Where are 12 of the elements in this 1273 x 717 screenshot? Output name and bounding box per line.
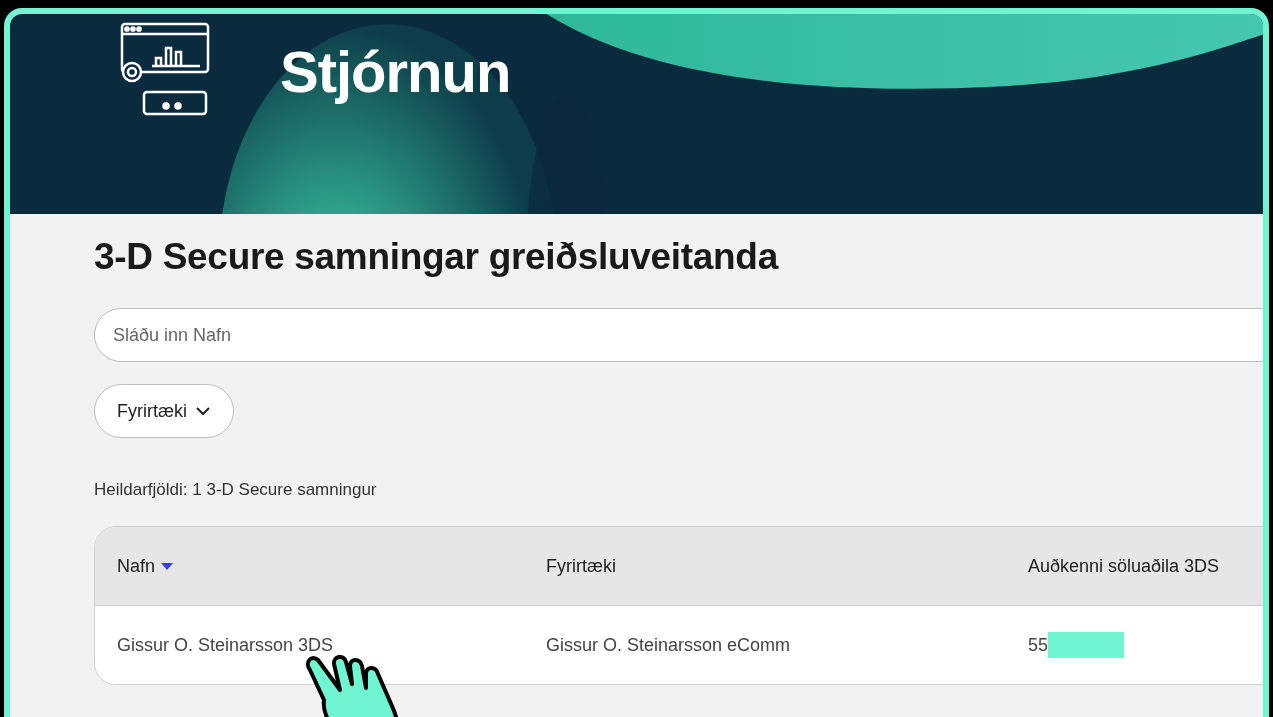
chevron-icon <box>195 406 211 416</box>
search-field[interactable]: Sláðu inn Nafn <box>94 308 1263 362</box>
table-cell: 55 <box>1028 634 1049 656</box>
table-cell: Gissur O. Steinarsson eComm <box>546 634 791 656</box>
table-cell: Gissur O. Steinarsson 3DS <box>117 634 334 656</box>
total-count: Heildarfjöldi: 1 3-D Secure samningur <box>94 480 378 500</box>
app-title: Stjórnun <box>280 38 511 105</box>
column-header[interactable]: Auðkenni söluaðila 3DS <box>1028 555 1220 577</box>
filter-dropdown[interactable]: Fyrirtæki <box>94 384 234 438</box>
column-header[interactable]: Nafn <box>117 555 156 577</box>
page-title: 3-D Secure samningar greiðsluveitanda <box>94 236 780 278</box>
column-header[interactable]: Fyrirtæki <box>546 555 616 577</box>
